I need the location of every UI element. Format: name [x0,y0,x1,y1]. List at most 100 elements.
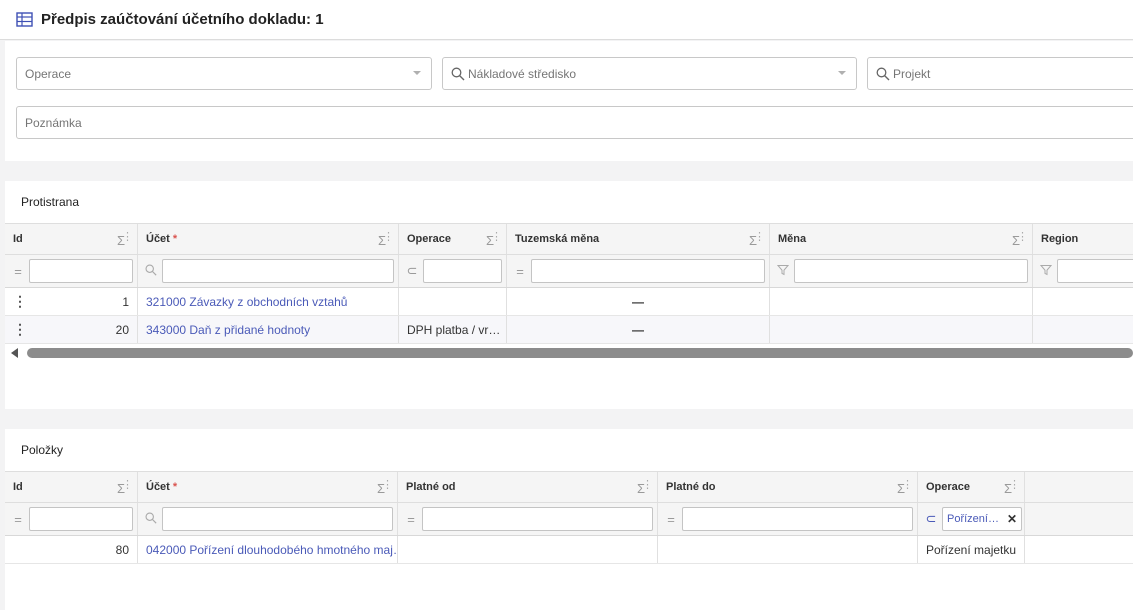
equals-icon[interactable]: = [9,264,27,279]
column-header-ucet[interactable]: Účet * Σ ⋮ [138,472,398,502]
filter-operace: ⊂ Pořízení… ✕ [918,503,1025,535]
projekt-placeholder: Projekt [893,66,931,81]
search-icon[interactable] [142,263,160,279]
column-header-operace[interactable]: Operace Σ ⋮ [918,472,1025,502]
filter-chip-label: Pořízení… [947,513,999,525]
filter-input-ucet[interactable] [162,259,394,283]
row-cell-tuzemska-mena: — [507,288,770,315]
row-menu-icon[interactable]: ⋮ [13,293,27,310]
equals-icon[interactable]: = [662,512,680,527]
filter-input-region[interactable] [1057,259,1133,283]
column-menu-icon[interactable]: ⋮ [1017,232,1028,243]
filter-input-id[interactable] [29,507,133,531]
column-header-tuzemska-mena[interactable]: Tuzemská měna Σ ⋮ [507,224,770,254]
search-icon [876,67,893,81]
protistrana-filter-row: = ⊂ = [5,255,1133,288]
row-cell-platne-do [658,536,918,563]
protistrana-header-row: Id Σ ⋮ Účet * Σ ⋮ Operace Σ ⋮ Tuzemská mě… [5,223,1133,255]
column-menu-icon[interactable]: ⋮ [642,480,653,491]
column-menu-icon[interactable]: ⋮ [383,232,394,243]
subset-icon[interactable]: ⊂ [922,511,940,527]
filter-chip-operace[interactable]: Pořízení… ✕ [942,507,1023,531]
stredisko-select[interactable]: Nákladové středisko [442,57,857,90]
column-header-id[interactable]: Id Σ ⋮ [5,472,138,502]
funnel-icon[interactable] [1037,264,1055,279]
column-header-id[interactable]: Id Σ ⋮ [5,224,138,254]
stredisko-placeholder: Nákladové středisko [468,66,577,81]
row-cell-operace [399,288,507,315]
row-cell-region [1033,288,1133,315]
row-cell-ucet[interactable]: 321000 Závazky z obchodních vztahů [138,288,399,315]
operace-select[interactable]: Operace [16,57,432,90]
column-header-ucet[interactable]: Účet * Σ ⋮ [138,224,399,254]
row-cell-id: ⋮ 1 [5,288,138,315]
equals-icon[interactable]: = [402,512,420,527]
polozky-filter-row: = = = ⊂ Pořízení… ✕ [5,503,1133,536]
filter-input-operace[interactable] [423,259,502,283]
polozky-panel: Položky Id Σ ⋮ Účet * Σ ⋮ Platné od Σ ⋮ P… [5,429,1133,610]
column-header-platne-do[interactable]: Platné do Σ ⋮ [658,472,918,502]
filter-input-mena[interactable] [794,259,1028,283]
column-menu-icon[interactable]: ⋮ [902,480,913,491]
poznamka-input[interactable]: Poznámka [16,106,1133,139]
column-header-platne-od[interactable]: Platné od Σ ⋮ [398,472,658,502]
column-header-mena[interactable]: Měna Σ ⋮ [770,224,1033,254]
row-cell-id: 80 [5,536,138,563]
projekt-select[interactable]: Projekt [867,57,1133,90]
filter-id: = [5,503,138,535]
page-title: Předpis zaúčtování účetního dokladu: 1 [41,11,324,28]
column-menu-icon[interactable]: ⋮ [122,232,133,243]
filter-ucet [138,503,398,535]
poznamka-placeholder: Poznámka [25,115,82,130]
protistrana-panel: Protistrana Id Σ ⋮ Účet * Σ ⋮ Operace Σ ⋮… [5,181,1133,409]
filter-id: = [5,255,138,287]
filter-input-tuzemska-mena[interactable] [531,259,765,283]
polozky-header-row: Id Σ ⋮ Účet * Σ ⋮ Platné od Σ ⋮ Platné do… [5,471,1133,503]
column-menu-icon[interactable]: ⋮ [754,232,765,243]
row-cell-id: ⋮ 20 [5,316,138,343]
row-cell-ucet[interactable]: 343000 Daň z přidané hodnoty [138,316,399,343]
column-header-operace[interactable]: Operace Σ ⋮ [399,224,507,254]
row-menu-icon[interactable]: ⋮ [13,321,27,338]
filter-input-platne-do[interactable] [682,507,913,531]
chevron-down-icon[interactable] [413,71,421,75]
search-icon[interactable] [142,511,160,527]
filter-region [1033,255,1133,287]
search-icon [451,67,468,81]
title-bar: Předpis zaúčtování účetního dokladu: 1 [0,0,1133,40]
row-id: 1 [122,294,129,309]
column-menu-icon[interactable]: ⋮ [1009,480,1020,491]
filter-platne-do: = [658,503,918,535]
horizontal-scrollbar[interactable] [5,343,1133,361]
column-header-region[interactable]: Region [1033,224,1133,254]
filter-input-ucet[interactable] [162,507,393,531]
equals-icon[interactable]: = [9,512,27,527]
required-mark: * [172,233,178,245]
subset-icon[interactable]: ⊂ [403,263,421,279]
row-cell-region [1033,316,1133,343]
filter-input-platne-od[interactable] [422,507,653,531]
required-mark: * [172,481,178,493]
form-panel: Operace Nákladové středisko Projekt Pozn… [5,41,1133,161]
filter-mena [770,255,1033,287]
column-menu-icon[interactable]: ⋮ [491,232,502,243]
table-row[interactable]: 80 042000 Pořízení dlouhodobého hmotného… [5,536,1133,564]
filter-platne-od: = [398,503,658,535]
column-menu-icon[interactable]: ⋮ [122,480,133,491]
protistrana-title: Protistrana [21,195,80,209]
table-row[interactable]: ⋮ 20 343000 Daň z přidané hodnoty DPH pl… [5,316,1133,344]
scrollbar-thumb[interactable] [27,348,1133,358]
row-cell-tuzemska-mena: — [507,316,770,343]
row-cell-operace: DPH platba / vr… [399,316,507,343]
filter-input-id[interactable] [29,259,133,283]
row-cell-platne-od [398,536,658,563]
funnel-icon[interactable] [774,264,792,279]
column-menu-icon[interactable]: ⋮ [382,480,393,491]
scroll-left-icon[interactable] [11,348,18,358]
row-id: 20 [115,322,129,337]
table-row[interactable]: ⋮ 1 321000 Závazky z obchodních vztahů — [5,288,1133,316]
chevron-down-icon[interactable] [838,71,846,75]
close-icon[interactable]: ✕ [1007,512,1017,526]
equals-icon[interactable]: = [511,264,529,279]
row-cell-ucet[interactable]: 042000 Pořízení dlouhodobého hmotného ma… [138,536,398,563]
